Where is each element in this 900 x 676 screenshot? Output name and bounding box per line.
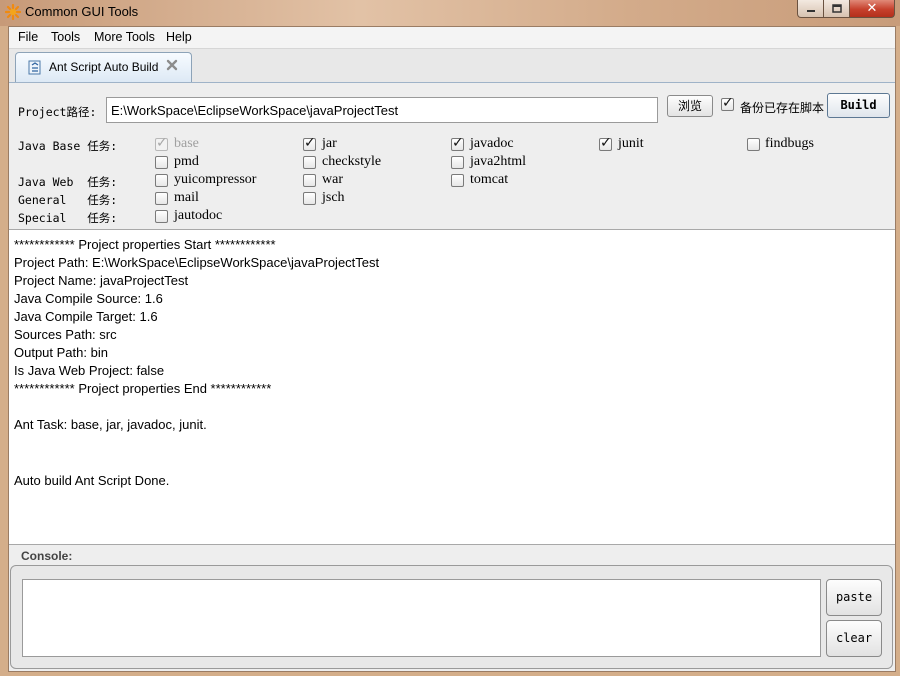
- task-label-pmd: pmd: [174, 154, 199, 169]
- output-line: Sources Path: src: [14, 327, 117, 342]
- minimize-icon: [806, 9, 815, 12]
- output-line: Output Path: bin: [14, 345, 108, 360]
- task-label-junit: junit: [618, 136, 644, 151]
- console-input[interactable]: [22, 579, 821, 657]
- task-label-war: war: [322, 172, 343, 187]
- output-text-area[interactable]: ************ Project properties Start **…: [9, 229, 895, 545]
- menu-more-tools[interactable]: More Tools: [94, 30, 155, 44]
- task-checkbox-tomcat[interactable]: [451, 174, 464, 187]
- menu-bar: File Tools More Tools Help: [9, 27, 895, 49]
- task-checkbox-yuicompressor[interactable]: [155, 174, 168, 187]
- clear-button[interactable]: clear: [826, 620, 882, 657]
- close-icon: ✕: [866, 1, 878, 16]
- maximize-icon: [831, 3, 842, 13]
- task-checkbox-jsch[interactable]: [303, 192, 316, 205]
- task-checkbox-jautodoc[interactable]: [155, 210, 168, 223]
- task-checkbox-checkstyle[interactable]: [303, 156, 316, 169]
- task-label-java2html: java2html: [470, 154, 526, 169]
- java-base-label: Java Base 任务:: [18, 139, 118, 153]
- output-line: Java Compile Target: 1.6: [14, 309, 158, 324]
- task-checkbox-junit[interactable]: [599, 135, 612, 151]
- title-bar[interactable]: Common GUI Tools ✕: [0, 0, 900, 26]
- task-checkbox-pmd[interactable]: [155, 156, 168, 169]
- task-label-mail: mail: [174, 190, 199, 205]
- menu-file[interactable]: File: [18, 30, 38, 44]
- special-label: Special 任务:: [18, 211, 118, 225]
- output-line: ************ Project properties Start **…: [14, 237, 276, 252]
- backup-checkbox[interactable]: [721, 95, 734, 111]
- output-line: Auto build Ant Script Done.: [14, 473, 170, 488]
- task-label-jar: jar: [322, 136, 337, 151]
- task-label-jsch: jsch: [322, 190, 345, 205]
- task-checkbox-javadoc[interactable]: [451, 135, 464, 151]
- task-checkbox-base: [155, 135, 168, 151]
- project-path-input[interactable]: [106, 97, 658, 123]
- menu-help[interactable]: Help: [166, 30, 192, 44]
- console-panel: paste clear: [10, 565, 893, 669]
- tab-ant-script-auto-build[interactable]: Ant Script Auto Build: [15, 52, 192, 82]
- menu-tools[interactable]: Tools: [51, 30, 80, 44]
- document-icon: [28, 60, 41, 75]
- task-label-findbugs: findbugs: [765, 136, 814, 151]
- client-area: File Tools More Tools Help Ant Script Au…: [8, 26, 896, 672]
- window-title: Common GUI Tools: [25, 4, 139, 19]
- java-web-label: Java Web 任务:: [18, 175, 118, 189]
- tab-strip: Ant Script Auto Build: [9, 49, 895, 83]
- task-label-tomcat: tomcat: [470, 172, 509, 187]
- output-line: Java Compile Source: 1.6: [14, 291, 163, 306]
- task-checkbox-war[interactable]: [303, 174, 316, 187]
- task-label-jautodoc: jautodoc: [174, 208, 223, 223]
- task-checkbox-findbugs[interactable]: [747, 138, 760, 151]
- task-checkbox-mail[interactable]: [155, 192, 168, 205]
- browse-button[interactable]: 浏览: [667, 95, 713, 117]
- task-label-base: base: [174, 136, 199, 151]
- output-line: ************ Project properties End ****…: [14, 381, 272, 396]
- task-label-yuicompressor: yuicompressor: [174, 172, 257, 187]
- tab-label: Ant Script Auto Build: [49, 60, 159, 74]
- maximize-button[interactable]: [823, 0, 850, 18]
- console-label: Console:: [21, 549, 73, 563]
- task-checkbox-jar[interactable]: [303, 135, 316, 151]
- task-label-checkstyle: checkstyle: [322, 154, 382, 169]
- task-checkbox-java2html[interactable]: [451, 156, 464, 169]
- output-line: Ant Task: base, jar, javadoc, junit.: [14, 417, 207, 432]
- output-line: Project Path: E:\WorkSpace\EclipseWorkSp…: [14, 255, 380, 270]
- general-label: General 任务:: [18, 193, 118, 207]
- app-window: Common GUI Tools ✕ File Tools More Tools…: [0, 0, 900, 676]
- app-logo-icon: [5, 4, 21, 20]
- close-tab-icon[interactable]: [164, 57, 180, 73]
- build-button[interactable]: Build: [827, 93, 890, 118]
- close-button[interactable]: ✕: [849, 0, 895, 18]
- backup-label: 备份已存在脚本: [740, 101, 825, 115]
- task-label-javadoc: javadoc: [470, 136, 514, 151]
- output-line: Project Name: javaProjectTest: [14, 273, 189, 288]
- project-path-label: Project路径:: [18, 105, 97, 119]
- output-line: Is Java Web Project: false: [14, 363, 165, 378]
- paste-button[interactable]: paste: [826, 579, 882, 616]
- minimize-button[interactable]: [797, 0, 824, 18]
